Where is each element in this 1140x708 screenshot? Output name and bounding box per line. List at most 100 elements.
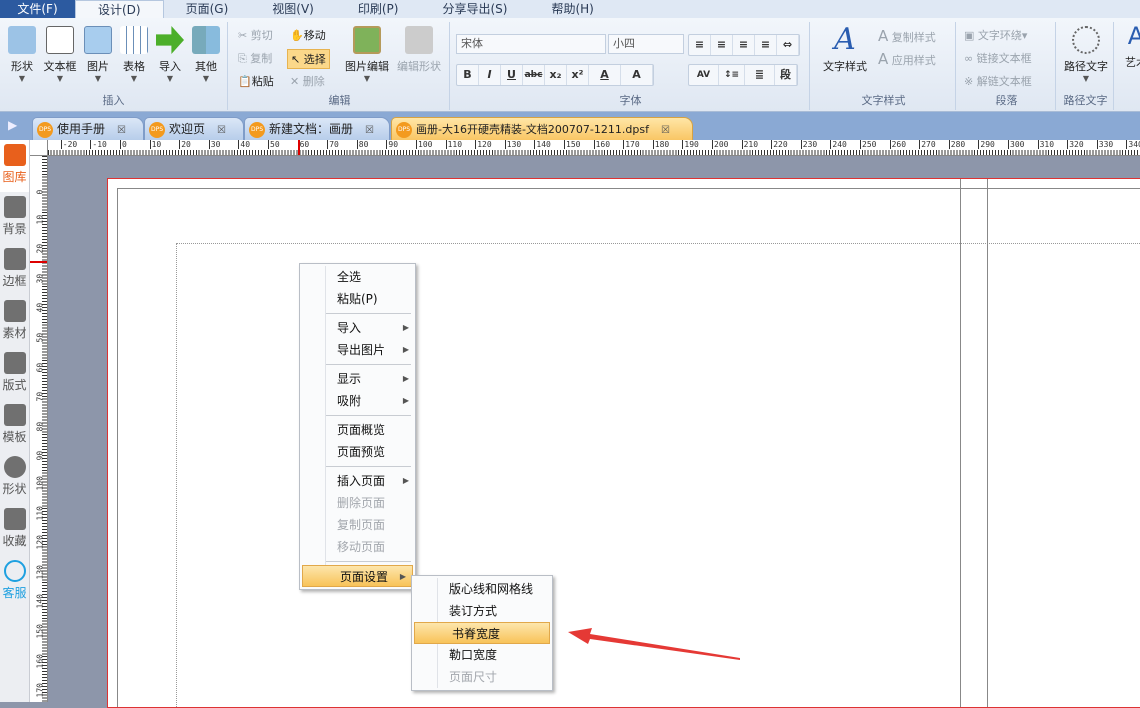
ruler-cursor-marker bbox=[30, 261, 47, 263]
menu-item[interactable]: 勒口宽度 bbox=[412, 644, 552, 666]
menu-item[interactable]: 粘贴(P) bbox=[300, 288, 415, 310]
ruler-tick-label: 190 bbox=[682, 140, 699, 149]
columns-button[interactable]: ≣ bbox=[745, 65, 775, 85]
sidebar-item-gallery[interactable]: 图库 bbox=[0, 140, 29, 192]
image-button[interactable]: 图片 ▼ bbox=[80, 26, 116, 83]
label: 表格 bbox=[123, 60, 145, 73]
align-center-button[interactable]: ≡ bbox=[711, 35, 733, 55]
font-family-select[interactable]: 宋体 bbox=[456, 34, 606, 54]
superscript-button[interactable]: x² bbox=[567, 65, 589, 85]
textbox-button[interactable]: 文本框 ▼ bbox=[42, 26, 78, 83]
collapse-panel-icon[interactable]: ▶ bbox=[8, 118, 17, 132]
import-button[interactable]: 导入 ▼ bbox=[152, 26, 188, 83]
sidebar-item-service[interactable]: 客服 bbox=[0, 556, 29, 608]
group-label: 文字样式 bbox=[861, 94, 906, 107]
menu-item[interactable]: 插入页面 ▶ bbox=[300, 470, 415, 492]
menu-item[interactable]: 导出图片 ▶ bbox=[300, 339, 415, 361]
image-edit-button[interactable]: 图片编辑 ▼ bbox=[342, 26, 392, 83]
select-button[interactable]: ↖ 选择 bbox=[287, 49, 330, 69]
bold-button[interactable]: B bbox=[457, 65, 479, 85]
tab-active-document[interactable]: DPS 画册-大16开硬壳精装-文档200707-1211.dpsf ☒ bbox=[391, 117, 693, 140]
other-button[interactable]: 其他 ▼ bbox=[188, 26, 224, 83]
group-text-style: A 文字样式 A 复制样式 A 应用样式 文字样式 bbox=[812, 22, 956, 110]
edit-shape-button[interactable]: 编辑形状 bbox=[394, 26, 444, 74]
copy-button[interactable]: ⎘ 复制 bbox=[238, 49, 272, 69]
paste-button[interactable]: 📋粘贴 bbox=[238, 72, 274, 92]
ruler-tick-label: 200 bbox=[712, 140, 729, 149]
sidebar-item-template[interactable]: 模板 bbox=[0, 400, 29, 452]
unlink-textbox-button[interactable]: ※ 解链文本框 bbox=[964, 72, 1032, 92]
paragraph-button[interactable]: 段 bbox=[775, 65, 797, 85]
menu-design[interactable]: 设计(D) bbox=[75, 0, 164, 18]
shape-button[interactable]: 形状 ▼ bbox=[4, 26, 40, 83]
path-text-button[interactable]: 路径文字 ▼ bbox=[1060, 26, 1112, 83]
menu-item: 复制页面 bbox=[300, 514, 415, 536]
label: 导入 bbox=[159, 60, 181, 73]
move-button[interactable]: ✋移动 bbox=[290, 26, 326, 46]
sidebar-item-material[interactable]: 素材 bbox=[0, 296, 29, 348]
other-icon bbox=[192, 26, 220, 54]
justify-button[interactable]: ≡ bbox=[755, 35, 777, 55]
menu-item[interactable]: 显示 ▶ bbox=[300, 368, 415, 390]
art-text-button[interactable]: A 艺术 bbox=[1116, 22, 1140, 70]
close-icon[interactable]: ☒ bbox=[661, 125, 670, 136]
highlight-button[interactable]: A bbox=[621, 65, 653, 85]
menu-item: 移动页面 bbox=[300, 536, 415, 558]
sidebar-item-favorite[interactable]: 收藏 bbox=[0, 504, 29, 556]
menu-file[interactable]: 文件(F) bbox=[0, 0, 75, 18]
art-text-icon: A bbox=[1127, 22, 1140, 50]
close-icon[interactable]: ☒ bbox=[117, 125, 126, 136]
annotation-arrow bbox=[568, 628, 740, 660]
menu-item[interactable]: 版心线和网格线 bbox=[412, 578, 552, 600]
menu-item[interactable]: 吸附 ▶ bbox=[300, 390, 415, 412]
menu-help[interactable]: 帮助(H) bbox=[529, 0, 615, 18]
menu-item-label: 导入 bbox=[337, 321, 362, 335]
text-wrap-button[interactable]: ▣ 文字环绕▾ bbox=[964, 26, 1027, 46]
subscript-button[interactable]: x₂ bbox=[545, 65, 567, 85]
tab-welcome[interactable]: DPS 欢迎页 ☒ bbox=[144, 117, 244, 140]
close-icon[interactable]: ☒ bbox=[217, 125, 226, 136]
menu-item[interactable]: 页面设置 ▶ bbox=[302, 565, 413, 587]
char-spacing-button[interactable]: AV bbox=[689, 65, 719, 85]
line-spacing-button[interactable]: ↕≡ bbox=[719, 65, 745, 85]
sidebar-item-border[interactable]: 边框 bbox=[0, 244, 29, 296]
font-size-select[interactable]: 小四 bbox=[608, 34, 684, 54]
menu-page[interactable]: 页面(G) bbox=[164, 0, 251, 18]
menu-item[interactable]: 页面概览 bbox=[300, 419, 415, 441]
font-color-button[interactable]: A bbox=[589, 65, 621, 85]
menu-item[interactable]: 装订方式 bbox=[412, 600, 552, 622]
align-left-button[interactable]: ≡ bbox=[689, 35, 711, 55]
text-style-button[interactable]: A 文字样式 bbox=[818, 25, 872, 74]
menu-print[interactable]: 印刷(P) bbox=[336, 0, 421, 18]
strikethrough-button[interactable]: abc bbox=[523, 65, 545, 85]
close-icon[interactable]: ☒ bbox=[365, 125, 374, 136]
menu-item[interactable]: 导入 ▶ bbox=[300, 317, 415, 339]
table-button[interactable]: 表格 ▼ bbox=[116, 26, 152, 83]
tab-new-document[interactable]: DPS 新建文档：画册 ☒ bbox=[244, 117, 390, 140]
italic-button[interactable]: I bbox=[479, 65, 501, 85]
link-textbox-button[interactable]: ∞ 链接文本框 bbox=[964, 49, 1032, 69]
menu-view[interactable]: 视图(V) bbox=[250, 0, 336, 18]
underline-button[interactable]: U bbox=[501, 65, 523, 85]
label: 图片编辑 bbox=[345, 60, 389, 73]
sidebar-item-layout[interactable]: 版式 bbox=[0, 348, 29, 400]
sidebar-item-background[interactable]: 背景 bbox=[0, 192, 29, 244]
apply-style-button[interactable]: A 应用样式 bbox=[878, 49, 936, 69]
vertical-ruler: 0 10 20 30 40 50 60 70 80 90 100 110 120 130 140 150 160… bbox=[30, 156, 48, 702]
sidebar-item-shape[interactable]: 形状 bbox=[0, 452, 29, 504]
menu-item-label: 页面预览 bbox=[337, 445, 386, 459]
menu-item[interactable]: 书脊宽度 bbox=[414, 622, 550, 644]
menu-item-label: 版心线和网格线 bbox=[449, 582, 534, 596]
spine-line bbox=[960, 179, 961, 707]
menu-share-export[interactable]: 分享导出(S) bbox=[420, 0, 529, 18]
tab-user-manual[interactable]: DPS 使用手册 ☒ bbox=[32, 117, 144, 140]
ruler-tick-label: 20 bbox=[179, 140, 191, 149]
menu-item[interactable]: 页面预览 bbox=[300, 441, 415, 463]
copy-style-button[interactable]: A 复制样式 bbox=[878, 26, 936, 46]
cut-button[interactable]: ✂ 剪切 bbox=[238, 26, 273, 46]
distribute-button[interactable]: ⇔ bbox=[777, 35, 799, 55]
delete-button[interactable]: ✕ 删除 bbox=[290, 72, 325, 92]
menu-item-label: 显示 bbox=[337, 372, 362, 386]
align-right-button[interactable]: ≡ bbox=[733, 35, 755, 55]
menu-item[interactable]: 全选 bbox=[300, 266, 415, 288]
